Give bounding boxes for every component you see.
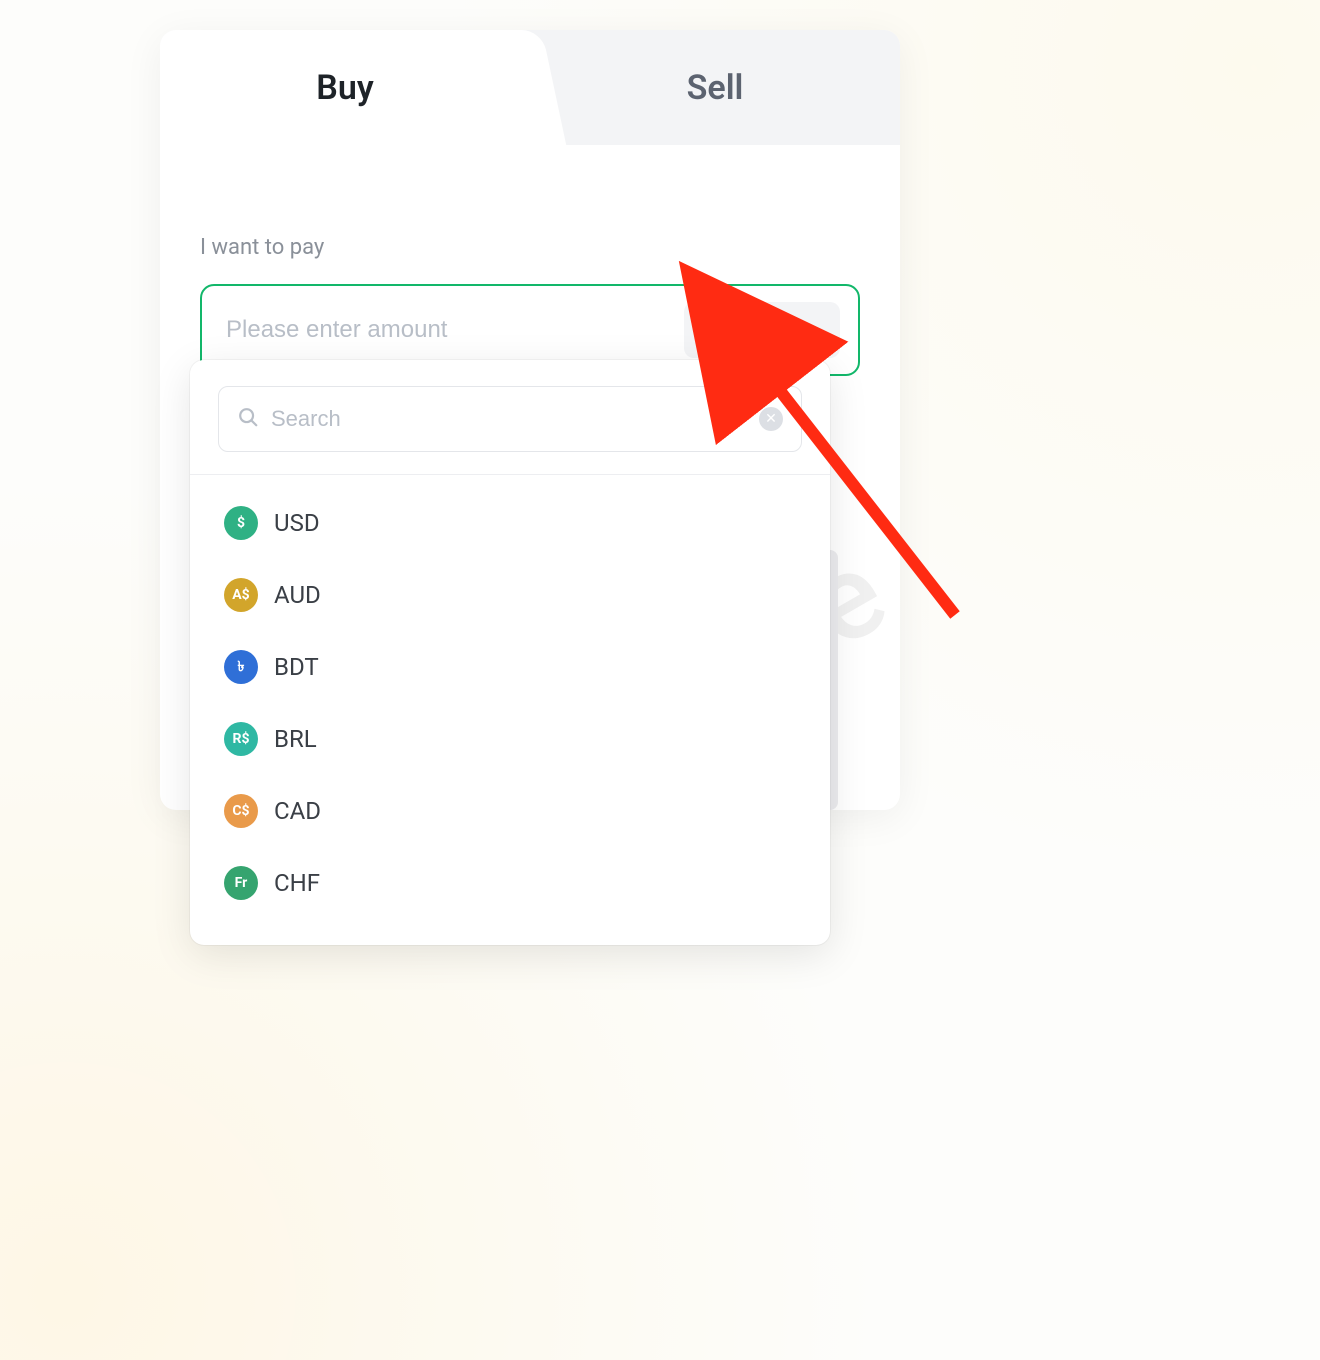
brl-icon: R$	[224, 722, 258, 756]
usd-icon: $	[224, 506, 258, 540]
chf-icon: Fr	[224, 866, 258, 900]
tab-bar: Buy Sell	[160, 30, 900, 145]
currency-option-bdt[interactable]: ৳ BDT	[218, 631, 802, 703]
search-field: ✕	[218, 386, 802, 452]
selected-currency-code: GEL	[746, 315, 792, 345]
currency-option-aud[interactable]: A$ AUD	[218, 559, 802, 631]
chevron-up-icon	[808, 326, 822, 334]
currency-option-usd[interactable]: $ USD	[218, 487, 802, 559]
currency-option-label: AUD	[274, 581, 321, 609]
currency-option-list: $ USD A$ AUD ৳ BDT R$ BRL C$ CAD Fr CHF	[190, 475, 830, 935]
currency-option-chf[interactable]: Fr CHF	[218, 847, 802, 919]
clear-search-button[interactable]: ✕	[759, 407, 783, 431]
tab-buy[interactable]: Buy	[160, 30, 530, 145]
amount-input[interactable]	[226, 316, 684, 344]
tab-sell-label: Sell	[687, 68, 744, 108]
gel-icon: ₾	[702, 314, 734, 346]
currency-option-brl[interactable]: R$ BRL	[218, 703, 802, 775]
tab-buy-label: Buy	[316, 68, 373, 108]
aud-icon: A$	[224, 578, 258, 612]
currency-option-label: CAD	[274, 797, 321, 825]
tab-sell[interactable]: Sell	[530, 30, 900, 145]
bdt-icon: ৳	[224, 650, 258, 684]
currency-dropdown: ✕ $ USD A$ AUD ৳ BDT R$ BRL C$ CAD Fr CHF	[190, 360, 830, 945]
currency-option-label: CHF	[274, 869, 320, 897]
currency-selector[interactable]: ₾ GEL	[684, 302, 840, 358]
pay-label: I want to pay	[200, 235, 860, 260]
currency-option-label: USD	[274, 509, 320, 537]
cad-icon: C$	[224, 794, 258, 828]
currency-option-cad[interactable]: C$ CAD	[218, 775, 802, 847]
currency-option-label: BRL	[274, 725, 317, 753]
search-input[interactable]	[271, 406, 747, 432]
search-icon	[237, 406, 259, 432]
currency-option-label: BDT	[274, 653, 319, 681]
